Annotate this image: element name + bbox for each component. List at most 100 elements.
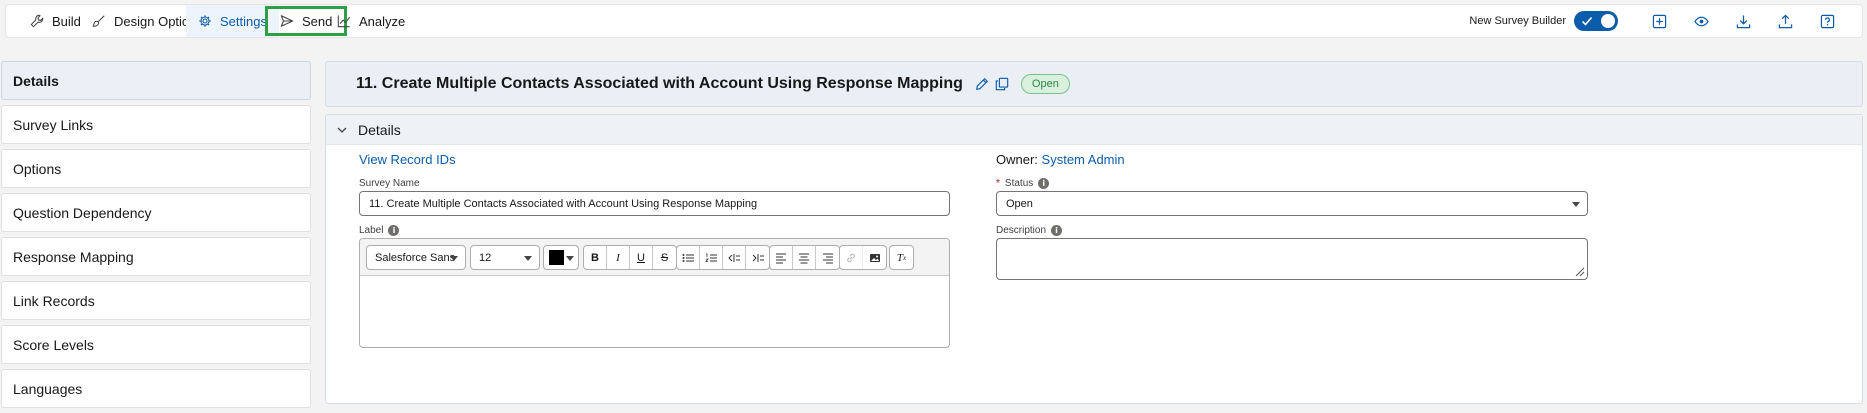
download-icon [1736,14,1750,28]
survey-title-bar: 11. Create Multiple Contacts Associated … [325,61,1863,107]
image-icon [869,253,880,262]
sidebar-item-languages[interactable]: Languages [1,369,311,408]
align-left-button[interactable] [770,246,793,269]
label-rich-text-editor: Salesforce Sans 12 B I U S T x [359,238,950,348]
align-center-button[interactable] [793,246,816,269]
sidebar-item-details[interactable]: Details [1,61,311,100]
underline-button[interactable]: U [630,246,653,269]
align-button-group [769,245,840,270]
description-label: Description i [996,225,1063,236]
preview-button[interactable] [1680,14,1722,29]
list-button-group [676,245,770,270]
caret-down-icon [524,256,532,261]
survey-name-label-text: Survey Name [359,178,420,189]
top-toolbar: Build Design Options Settings Send Analy… [5,4,1863,38]
download-button[interactable] [1722,14,1764,29]
clear-format-group: Tx [889,245,914,270]
required-marker: * [996,178,1000,189]
align-center-icon [799,253,809,263]
indent-icon [752,253,764,262]
label-field-label: Label i [359,225,400,236]
view-record-ids-link[interactable]: View Record IDs [359,152,456,167]
description-textarea[interactable] [996,238,1588,280]
details-section: Details View Record IDs Owner: System Ad… [325,114,1863,404]
tab-label: Build [52,13,81,29]
tab-analyze[interactable]: Analyze [325,5,417,37]
insert-button-group [839,245,887,270]
status-badge: Open [1020,74,1070,94]
chevron-down-icon [337,127,347,133]
brush-icon [92,14,106,28]
tab-label: Settings [220,13,267,29]
caret-down-icon [566,256,574,261]
sidebar-item-link-records[interactable]: Link Records [1,281,311,320]
sidebar-item-label: Details [13,72,59,89]
add-button[interactable] [1638,14,1680,29]
font-size-value: 12 [479,251,492,264]
status-select[interactable]: Open [996,191,1588,216]
strikethrough-button[interactable]: S [653,246,676,269]
sidebar-item-question-dependency[interactable]: Question Dependency [1,193,311,232]
sidebar-item-response-mapping[interactable]: Response Mapping [1,237,311,276]
numbered-list-icon [705,253,717,262]
details-section-header[interactable]: Details [326,115,1862,145]
help-button[interactable] [1806,14,1848,29]
settings-sidebar: Details Survey Links Options Question De… [1,61,311,413]
sidebar-item-label: Question Dependency [13,204,152,221]
send-icon [280,14,294,28]
insert-link-button[interactable] [840,246,863,269]
main-content: 11. Create Multiple Contacts Associated … [325,61,1863,404]
outdent-icon [728,253,740,262]
owner-field: Owner: System Admin [996,152,1125,167]
gear-icon [198,14,212,28]
info-icon[interactable]: i [388,225,400,236]
description-label-text: Description [996,225,1047,236]
sidebar-item-score-levels[interactable]: Score Levels [1,325,311,364]
check-icon [1581,16,1593,26]
owner-link[interactable]: System Admin [1042,152,1125,167]
color-swatch [549,250,564,265]
sidebar-item-survey-links[interactable]: Survey Links [1,105,311,144]
sidebar-item-label: Options [13,160,62,177]
upload-button[interactable] [1764,14,1806,29]
align-right-icon [822,253,833,263]
sidebar-item-label: Survey Links [13,116,94,133]
font-size-select[interactable]: 12 [470,245,540,270]
page-title: 11. Create Multiple Contacts Associated … [356,75,963,92]
resize-handle-icon[interactable] [1575,267,1585,277]
italic-button[interactable]: I [607,246,630,269]
sidebar-item-label: Link Records [13,292,95,309]
survey-name-label: Survey Name [359,178,420,189]
bold-button[interactable]: B [584,246,607,269]
help-icon [1820,14,1834,28]
decrease-indent-button[interactable] [723,246,746,269]
copy-icon[interactable] [995,77,1009,91]
editor-toolbar: Salesforce Sans 12 B I U S T x [360,239,949,276]
font-family-select[interactable]: Salesforce Sans [366,245,466,270]
sidebar-item-label: Response Mapping [13,248,134,265]
bulleted-list-button[interactable] [677,246,700,269]
new-survey-builder-toggle[interactable] [1574,11,1618,31]
caret-down-icon [450,256,458,261]
numbered-list-button[interactable] [700,246,723,269]
text-color-picker[interactable] [543,245,579,270]
align-left-icon [776,253,786,263]
survey-name-input[interactable]: 11. Create Multiple Contacts Associated … [359,191,950,216]
align-right-button[interactable] [816,246,839,269]
status-label-text: Status [1004,178,1034,189]
info-icon[interactable]: i [1051,225,1063,236]
add-icon [1652,14,1666,28]
tab-label: Analyze [359,13,406,29]
insert-image-button[interactable] [863,246,886,269]
sidebar-item-options[interactable]: Options [1,149,311,188]
eye-icon [1693,16,1709,26]
increase-indent-button[interactable] [746,246,769,269]
editor-content-area[interactable] [360,276,949,347]
chart-icon [337,14,351,28]
info-icon[interactable]: i [1038,178,1050,189]
survey-name-value: 11. Create Multiple Contacts Associated … [369,197,758,210]
clear-formatting-button[interactable]: Tx [890,246,913,269]
font-family-value: Salesforce Sans [375,251,456,264]
edit-icon[interactable] [975,77,989,91]
status-select-value: Open [1006,197,1033,210]
